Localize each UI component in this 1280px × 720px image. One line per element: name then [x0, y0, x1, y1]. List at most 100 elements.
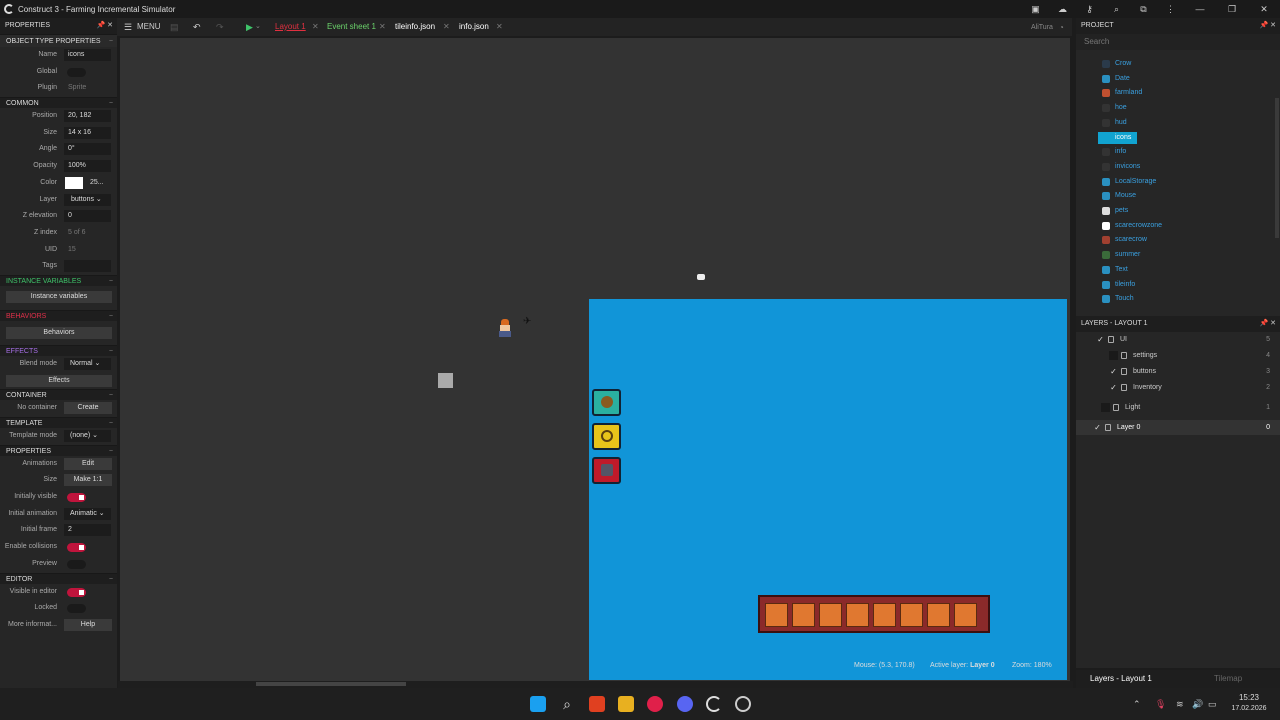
- player-sprite[interactable]: [498, 319, 512, 339]
- layer-visibility-checkbox[interactable]: ✓: [1109, 383, 1118, 392]
- volume-icon[interactable]: 🔊: [1192, 688, 1203, 720]
- redo-icon[interactable]: ↷: [216, 18, 224, 36]
- inventory-slot[interactable]: [873, 603, 896, 627]
- initially-visible-toggle[interactable]: [67, 493, 86, 503]
- more-icon[interactable]: ⋮: [1157, 0, 1184, 18]
- mic-icon[interactable]: 🎙: [1155, 688, 1166, 720]
- section-properties[interactable]: PROPERTIES −: [0, 444, 117, 456]
- section-behaviors[interactable]: BEHAVIORS −: [0, 309, 117, 321]
- tab-close-icon[interactable]: ✕: [496, 18, 503, 36]
- extensions-icon[interactable]: ⧉: [1130, 0, 1157, 18]
- project-item-hud[interactable]: hud: [1115, 117, 1127, 129]
- tab-info-json[interactable]: info.json: [459, 18, 489, 36]
- project-item-invicons[interactable]: invicons: [1115, 161, 1140, 173]
- layer-row[interactable]: ✓ buttons 3: [1076, 364, 1280, 379]
- layer-row[interactable]: settings 4: [1076, 348, 1280, 363]
- initial-animation-select[interactable]: Animatic ⌄: [64, 507, 111, 520]
- discord-icon[interactable]: [677, 696, 693, 712]
- search-icon[interactable]: ⌕: [1103, 0, 1130, 18]
- name-field[interactable]: icons: [64, 49, 111, 61]
- edit-animations-button[interactable]: Edit: [64, 457, 112, 470]
- clock-time[interactable]: 15:23: [1228, 693, 1270, 702]
- project-item-scarecrowzone[interactable]: scarecrowzone: [1115, 220, 1162, 232]
- project-item-scarecrow[interactable]: scarecrow: [1115, 234, 1147, 246]
- sprite-icon[interactable]: [697, 274, 705, 280]
- enable-collisions-toggle[interactable]: [67, 543, 86, 553]
- project-item-icons[interactable]: icons: [1098, 131, 1138, 144]
- scrollbar-thumb[interactable]: [256, 682, 406, 686]
- inventory-slot[interactable]: [846, 603, 869, 627]
- section-container[interactable]: CONTAINER −: [0, 389, 117, 401]
- color-swatch[interactable]: [65, 176, 83, 189]
- tab-tilemap[interactable]: Tilemap: [1214, 670, 1242, 688]
- tab-close-icon[interactable]: ✕: [379, 18, 386, 36]
- project-item-localstorage[interactable]: LocalStorage: [1115, 176, 1156, 188]
- project-search-input[interactable]: Search: [1076, 34, 1280, 50]
- clock-date[interactable]: 17.02.2026: [1222, 705, 1276, 712]
- position-field[interactable]: 20, 182: [64, 110, 111, 123]
- layer-visibility-checkbox[interactable]: [1109, 351, 1118, 360]
- inventory-slot[interactable]: [954, 603, 977, 627]
- project-item-mouse[interactable]: Mouse: [1115, 190, 1136, 202]
- start-icon[interactable]: [530, 696, 546, 712]
- layer-row[interactable]: ✓ Layer 0 0: [1076, 420, 1280, 435]
- construct-icon[interactable]: [706, 696, 722, 712]
- inventory-slot[interactable]: [900, 603, 923, 627]
- crow-sprite[interactable]: ✈: [523, 317, 535, 327]
- tab-tileinfo-json[interactable]: tileinfo.json: [395, 18, 435, 36]
- project-item-crow[interactable]: Crow: [1115, 58, 1131, 70]
- lock-icon[interactable]: [1121, 384, 1127, 391]
- play-dropdown-icon[interactable]: ⌄: [255, 18, 261, 36]
- section-template[interactable]: TEMPLATE −: [0, 417, 117, 428]
- effects-button[interactable]: Effects: [6, 374, 112, 387]
- project-scrollbar[interactable]: [1275, 98, 1279, 238]
- brave-icon[interactable]: [589, 696, 605, 712]
- close-icon[interactable]: 📌 ✕: [1259, 316, 1276, 332]
- global-toggle[interactable]: [67, 67, 86, 77]
- project-item-touch[interactable]: Touch: [1115, 293, 1134, 305]
- layer-select[interactable]: buttons ⌄: [64, 193, 111, 206]
- settings-icon[interactable]: [735, 696, 751, 712]
- project-item-text[interactable]: Text: [1115, 264, 1128, 276]
- restore-button[interactable]: ❐: [1216, 0, 1248, 18]
- layer-row[interactable]: ✓ Inventory 2: [1076, 380, 1280, 395]
- inventory-bar[interactable]: [758, 595, 990, 633]
- placeholder-sprite[interactable]: [438, 373, 453, 388]
- lock-icon[interactable]: [1121, 368, 1127, 375]
- project-item-info[interactable]: info: [1115, 146, 1126, 158]
- inventory-slot[interactable]: [819, 603, 842, 627]
- opacity-field[interactable]: 100%: [64, 160, 111, 173]
- coin-button-icon[interactable]: [592, 423, 621, 450]
- section-effects[interactable]: EFFECTS −: [0, 344, 117, 356]
- tab-layers[interactable]: Layers - Layout 1: [1090, 670, 1152, 688]
- preview-toggle[interactable]: [67, 559, 86, 569]
- menu-icon[interactable]: ☰: [124, 18, 132, 36]
- chevron-up-icon[interactable]: ⌃: [1133, 688, 1141, 720]
- visible-in-editor-toggle[interactable]: [67, 587, 86, 597]
- tab-event-sheet-1[interactable]: Event sheet 1: [327, 18, 376, 36]
- play-icon[interactable]: ▶: [246, 18, 253, 36]
- undo-icon[interactable]: ↶: [193, 18, 201, 36]
- search-icon[interactable]: ⌕: [559, 696, 575, 712]
- lock-icon[interactable]: [1121, 352, 1127, 359]
- close-icon[interactable]: 📌 ✕: [1259, 18, 1276, 34]
- help-button[interactable]: Help: [64, 618, 112, 631]
- inventory-slot[interactable]: [927, 603, 950, 627]
- section-common[interactable]: COMMON −: [0, 97, 117, 109]
- cloud-icon[interactable]: ☁: [1049, 0, 1076, 18]
- user-name[interactable]: AliTura: [1031, 18, 1053, 38]
- media-icon[interactable]: [647, 696, 663, 712]
- make-1-1-button[interactable]: Make 1:1: [64, 474, 112, 487]
- layer-row[interactable]: ✓ UI 5: [1076, 332, 1280, 347]
- initial-frame-field[interactable]: 2: [64, 524, 111, 537]
- seed-button-icon[interactable]: [592, 389, 621, 416]
- behaviors-button[interactable]: Behaviors: [6, 326, 112, 339]
- template-mode-select[interactable]: (none) ⌄: [64, 430, 111, 442]
- wifi-icon[interactable]: ≋: [1176, 688, 1184, 720]
- lock-icon[interactable]: [1105, 424, 1111, 431]
- inventory-slot[interactable]: [765, 603, 788, 627]
- project-item-tileinfo[interactable]: tileinfo: [1115, 279, 1135, 291]
- battery-icon[interactable]: ▭: [1208, 688, 1217, 720]
- section-editor[interactable]: EDITOR −: [0, 572, 117, 584]
- color-value[interactable]: 25...: [90, 175, 104, 192]
